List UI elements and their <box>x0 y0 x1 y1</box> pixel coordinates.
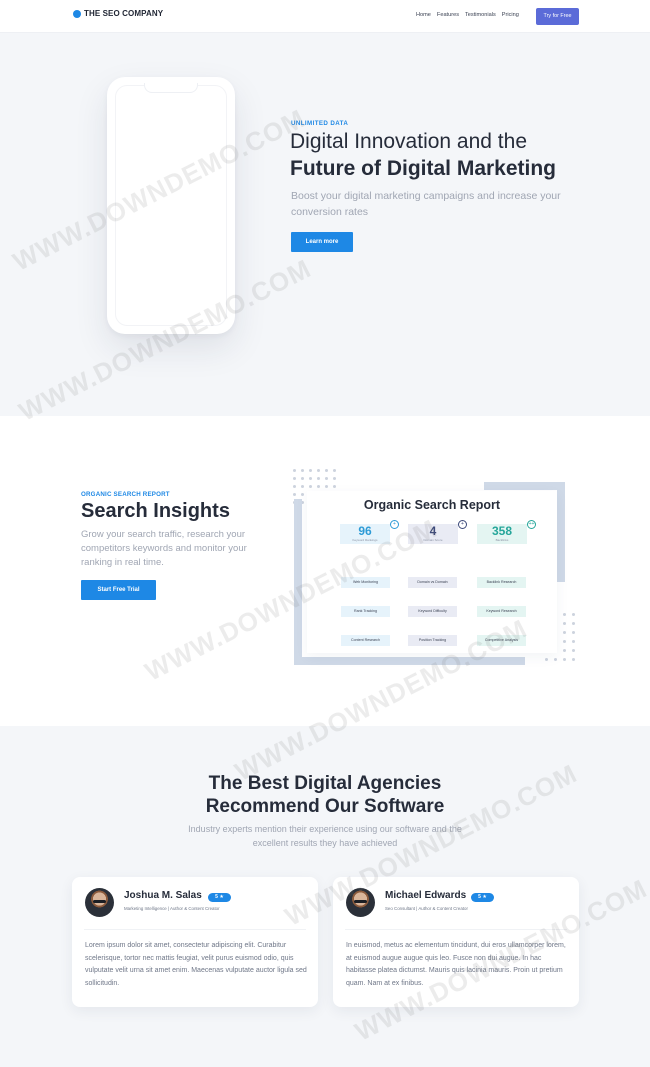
decorative-dot <box>572 631 575 634</box>
decorative-dot <box>309 477 312 480</box>
nav-link-pricing[interactable]: Pricing <box>502 12 519 18</box>
plus-icon: + <box>458 520 467 529</box>
chip-keyword-difficulty[interactable]: Keyword Difficulty <box>408 606 457 617</box>
decorative-dot <box>325 469 328 472</box>
decorative-dot <box>572 658 575 661</box>
chip-domain-vs-domain[interactable]: Domain vs Domain <box>408 577 457 588</box>
decorative-dot <box>293 469 296 472</box>
insights-subtitle: Grow your search traffic, research your … <box>81 529 247 568</box>
rating-badge: 5 ★ <box>208 893 231 902</box>
nav-link-features[interactable]: Features <box>437 12 459 18</box>
decorative-dot <box>325 477 328 480</box>
decorative-dot <box>317 477 320 480</box>
plus-icon: ++ <box>527 520 536 529</box>
report-title: Organic Search Report <box>363 498 501 512</box>
chip-position-tracking[interactable]: Position Tracking <box>408 635 457 646</box>
logo-dot-icon <box>73 9 81 18</box>
hero-title-line2: Future of Digital Marketing <box>290 157 557 180</box>
top-navbar: THE SEO COMPANY Home Features Testimonia… <box>0 0 650 33</box>
decorative-dot <box>301 469 304 472</box>
decorative-dot <box>317 469 320 472</box>
decorative-dot <box>333 477 336 480</box>
decorative-dot <box>572 622 575 625</box>
nav-link-home[interactable]: Home <box>416 12 431 18</box>
divider <box>84 929 306 930</box>
testimonial-card: Joshua M. Salas 5 ★ Marketing Intelligen… <box>72 877 318 1007</box>
try-for-free-button[interactable]: Try for Free <box>536 8 579 25</box>
testimonial-role: Marketing Intelligence | Author & Conten… <box>124 906 220 911</box>
testimonial-text: Lorem ipsum dolor sit amet, consectetur … <box>85 942 307 987</box>
hero-title-line1: Digital Innovation and the <box>290 130 527 153</box>
chip-content-research[interactable]: Content Research <box>341 635 390 646</box>
logo-text: THE SEO COMPANY <box>84 9 164 18</box>
decorative-dot <box>301 477 304 480</box>
decorative-dot <box>572 613 575 616</box>
testimonial-role: Seo Consultant | Author & Content Creato… <box>385 906 468 911</box>
decorative-dot <box>309 469 312 472</box>
decorative-dot <box>572 649 575 652</box>
rating-badge: 5 ★ <box>471 893 494 902</box>
stat-caption: Backlinks <box>495 538 509 542</box>
hero-subtitle: Boost your digital marketing campaigns a… <box>291 190 561 218</box>
insights-title: Search Insights <box>81 500 230 522</box>
testimonial-name: Joshua M. Salas <box>124 890 202 901</box>
start-free-trial-button[interactable]: Start Free Trial <box>81 580 156 600</box>
chip-rank-tracking[interactable]: Rank Tracking <box>341 606 390 617</box>
stat-backlinks: 358 Backlinks ++ <box>477 520 536 544</box>
logo[interactable]: THE SEO COMPANY <box>73 9 163 18</box>
insights-eyebrow: ORGANIC SEARCH REPORT <box>81 491 170 498</box>
nav-link-testimonials[interactable]: Testimonials <box>465 12 496 18</box>
decorative-dot <box>572 640 575 643</box>
learn-more-button[interactable]: Learn more <box>291 232 353 252</box>
chip-backlink-research[interactable]: Backlink Research <box>477 577 526 588</box>
nav-links: Home Features Testimonials Pricing <box>416 12 519 18</box>
testimonial-name: Michael Edwards <box>385 890 467 901</box>
phone-notch <box>144 83 198 93</box>
decorative-dot <box>333 469 336 472</box>
avatar <box>85 888 114 917</box>
stat-value: 358 <box>491 524 513 538</box>
decorative-dot <box>293 477 296 480</box>
